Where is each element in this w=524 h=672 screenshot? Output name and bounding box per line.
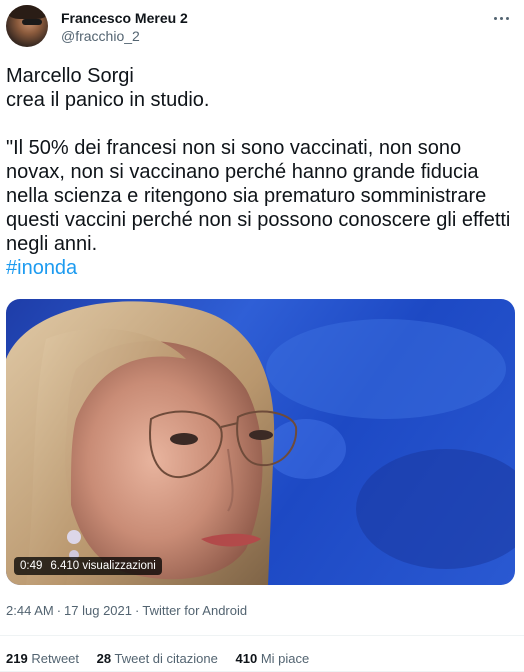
tweet-date[interactable]: 17 lug 2021 — [64, 603, 132, 618]
tweet-time[interactable]: 2:44 AM — [6, 603, 54, 618]
tweet: Francesco Mereu 2 @fracchio_2 Marcello S… — [0, 0, 524, 672]
tweet-text: Marcello Sorgi crea il panico in studio.… — [6, 64, 514, 280]
author-display-name[interactable]: Francesco Mereu 2 — [61, 10, 188, 26]
more-options-button[interactable] — [490, 8, 512, 28]
video-player[interactable]: 0:49 6.410 visualizzazioni — [6, 299, 515, 585]
video-views: 6.410 visualizzazioni — [50, 560, 156, 572]
avatar-sunglasses — [22, 19, 42, 25]
tweet-line-2: crea il panico in studio. — [6, 89, 210, 111]
likes-stat[interactable]: 410 Mi piace — [235, 651, 309, 666]
video-info-badge: 0:49 6.410 visualizzazioni — [14, 557, 162, 575]
video-frame — [6, 301, 515, 585]
tweet-quote: "Il 50% dei francesi non si sono vaccina… — [6, 137, 511, 255]
avatar[interactable] — [6, 5, 48, 47]
quote-tweets-stat[interactable]: 28 Tweet di citazione — [97, 651, 218, 666]
avatar-hair — [8, 5, 48, 19]
divider — [0, 635, 524, 636]
hashtag-link[interactable]: #inonda — [6, 257, 77, 279]
tweet-stats: 219 Retweet 28 Tweet di citazione 410 Mi… — [6, 651, 323, 666]
tweet-line-1: Marcello Sorgi — [6, 65, 134, 87]
video-duration: 0:49 — [20, 560, 43, 572]
author-handle[interactable]: @fracchio_2 — [61, 28, 140, 44]
more-dots-icon — [493, 16, 497, 20]
tweet-meta: 2:44 AM · 17 lug 2021 · Twitter for Android — [6, 603, 248, 618]
tweet-source[interactable]: Twitter for Android — [142, 603, 247, 618]
retweets-stat[interactable]: 219 Retweet — [6, 651, 79, 666]
